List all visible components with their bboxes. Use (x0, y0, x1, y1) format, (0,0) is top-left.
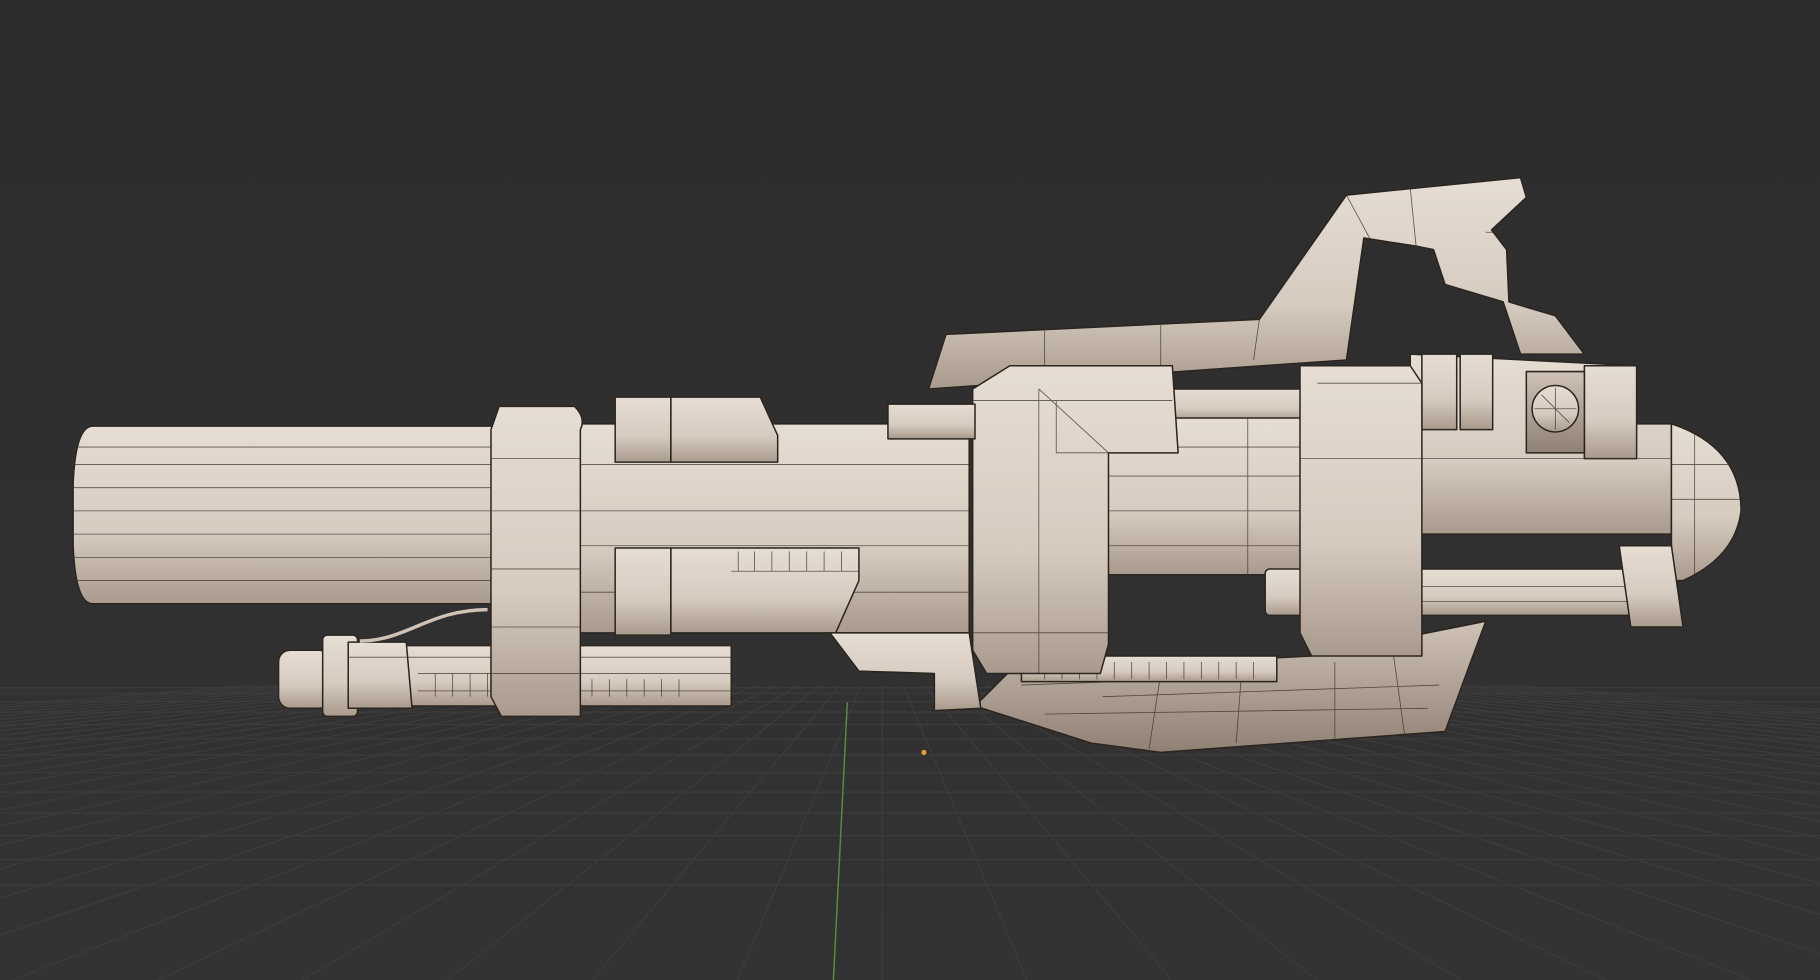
main-barrel (72, 425, 500, 605)
object-origin[interactable] (921, 749, 927, 755)
3d-viewport[interactable] (0, 0, 1820, 980)
viewport-canvas[interactable] (0, 0, 1820, 980)
upper-rod (1171, 388, 1307, 423)
barrel-ring (490, 405, 584, 718)
right-block (1299, 365, 1423, 657)
